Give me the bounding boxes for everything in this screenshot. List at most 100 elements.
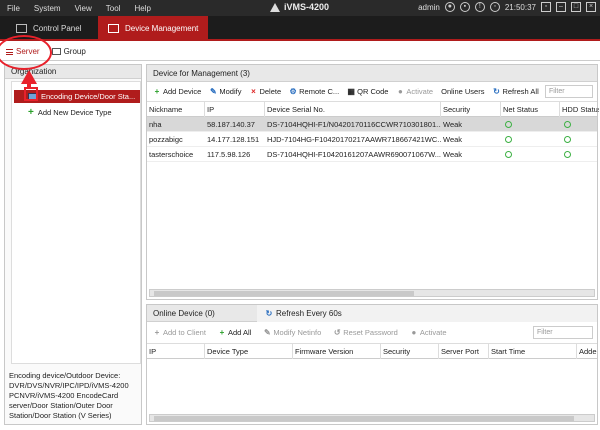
cpu-icon: ◦ [489,2,500,12]
subtab-server[interactable]: Server [0,47,46,56]
menu-tool[interactable]: Tool [99,4,128,13]
lock-screen-icon[interactable]: ▫ [541,2,551,12]
lock-icon[interactable]: ▪ [459,2,470,12]
net-status-ok-icon [505,151,512,158]
tab-device-management[interactable]: Device Management [98,16,208,41]
col-security[interactable]: Security [381,344,439,359]
tab-control-panel[interactable]: Control Panel [16,16,81,41]
col-security[interactable]: Security [441,102,501,117]
activate-label: Activate [406,87,434,96]
modify-netinfo-button[interactable]: ✎ Modify Netinfo [263,328,321,337]
add-icon: + [154,327,160,337]
app-logo-icon [270,2,280,12]
net-status-ok-icon [505,136,512,143]
device-table-hscrollbar[interactable] [149,289,595,297]
cell-security: Weak [443,135,463,144]
hscrollbar-thumb[interactable] [154,416,574,421]
main-menu: File System View Tool Help [0,4,158,13]
menu-file[interactable]: File [0,4,27,13]
col-firmware[interactable]: Firmware Version [293,344,381,359]
edit-icon: ✎ [210,86,217,96]
online-users-button[interactable]: Online Users [441,87,484,96]
refresh-every-button[interactable]: ↻ Refresh Every 60s [265,305,342,322]
table-row[interactable]: tasterschoice 117.5.98.126 DS-7104HQHI-F… [147,147,597,162]
col-start-time[interactable]: Start Time [489,344,577,359]
subtab-group[interactable]: Group [46,47,92,56]
delete-label: Delete [259,87,282,96]
online-filter-input[interactable]: Filter [533,326,593,339]
organization-tree: Encoding Device/Door Sta... + Add New De… [11,81,141,364]
cell-ip: 117.5.98.126 [207,150,251,159]
device-toolbar: + Add Device ✎ Modify × Delete ⚙ Remote C...… [147,82,597,102]
hscrollbar-thumb[interactable] [154,291,414,296]
net-status-ok-icon [505,121,512,128]
remote-config-button[interactable]: ⚙ Remote C... [289,87,340,96]
close-icon[interactable]: × [586,2,596,12]
cell-net-status [503,117,523,132]
col-net-status[interactable]: Net Status [501,102,560,117]
qr-code-button[interactable]: ▦ QR Code [347,87,388,96]
col-hdd-status[interactable]: HDD Status [560,102,599,117]
modify-label: Modify [219,87,242,96]
device-table: Nickname IP Device Serial No. Security N… [147,102,599,162]
table-row[interactable]: nha 58.187.140.37 DS-7104HQHI-F1/N042017… [147,117,597,132]
refresh-icon: ↻ [265,308,273,318]
add-device-label: Add Device [163,87,202,96]
activate-icon: ● [398,86,403,96]
activate-online-button[interactable]: ● Activate [410,327,446,337]
table-row[interactable]: pozzabigc 14.177.128.151 HJD-7104HG-F104… [147,132,597,147]
col-device-type[interactable]: Device Type [205,344,293,359]
reset-password-button[interactable]: ↺ Reset Password [333,328,398,337]
cell-security: Weak [443,120,463,129]
annotation-box [24,87,38,101]
refresh-all-button[interactable]: ↻ Refresh All [492,87,539,96]
edit-icon: ✎ [263,327,271,337]
col-ip[interactable]: IP [205,102,265,117]
activate-button[interactable]: ● Activate [396,87,433,96]
cell-hdd-status [562,147,582,162]
col-nickname[interactable]: Nickname [147,102,205,117]
activate-icon: ● [411,327,417,337]
alarm-icon[interactable]: ! [474,2,485,12]
device-management-panel: Device for Management (3) + Add Device ✎ M… [146,64,599,300]
cell-nickname: nha [149,120,162,129]
delete-icon: × [251,86,256,96]
cell-serial: DS-7104HQHI-F1/N0420170116CCWR710301801.… [267,120,441,129]
status-area: admin ● ▪ ! ◦ 21:50:37 ▫ – □ × [418,2,596,12]
app-title: iVMS-4200 [270,2,329,12]
minimize-icon[interactable]: – [556,2,566,12]
user-icon[interactable]: ● [444,2,455,12]
add-all-icon: + [219,327,225,337]
cell-serial: DS-7104HQHI-F10420161207AAWR690071067W..… [267,150,441,159]
menu-system[interactable]: System [27,4,68,13]
col-ip[interactable]: IP [147,344,205,359]
device-management-title: Device for Management (3) [147,65,597,82]
menu-view[interactable]: View [68,4,99,13]
device-filter-input[interactable]: Filter [545,85,593,98]
tree-item-add-device-type[interactable]: + Add New Device Type [14,106,112,119]
modify-button[interactable]: ✎ Modify [209,87,241,96]
clock-time: 21:50:37 [504,2,536,12]
online-device-toolbar: + Add to Client + Add All ✎ Modify Netinfo … [147,322,597,344]
col-serial[interactable]: Device Serial No. [265,102,441,117]
add-to-client-button[interactable]: + Add to Client [153,328,206,337]
cell-hdd-status [562,117,582,132]
col-added[interactable]: Adde [577,344,599,359]
add-all-button[interactable]: + Add All [218,327,252,337]
menu-help[interactable]: Help [127,4,157,13]
add-all-label: Add All [227,328,252,337]
delete-button[interactable]: × Delete [249,87,281,96]
tab-control-panel-label: Control Panel [33,24,82,33]
cell-nickname: pozzabigc [149,135,183,144]
tree-item-add-device-type-label: Add New Device Type [37,108,112,117]
col-server-port[interactable]: Server Port [439,344,489,359]
control-panel-icon [16,24,27,33]
add-device-button[interactable]: + Add Device [153,87,202,96]
maximize-icon[interactable]: □ [571,2,581,12]
server-list-icon [6,48,13,55]
subtab-group-label: Group [63,47,86,56]
organization-panel: Organization Encoding Device/Door Sta...… [4,64,142,425]
tab-device-management-label: Device Management [125,24,199,33]
online-table-hscrollbar[interactable] [149,414,595,422]
qr-code-label: QR Code [357,87,389,96]
